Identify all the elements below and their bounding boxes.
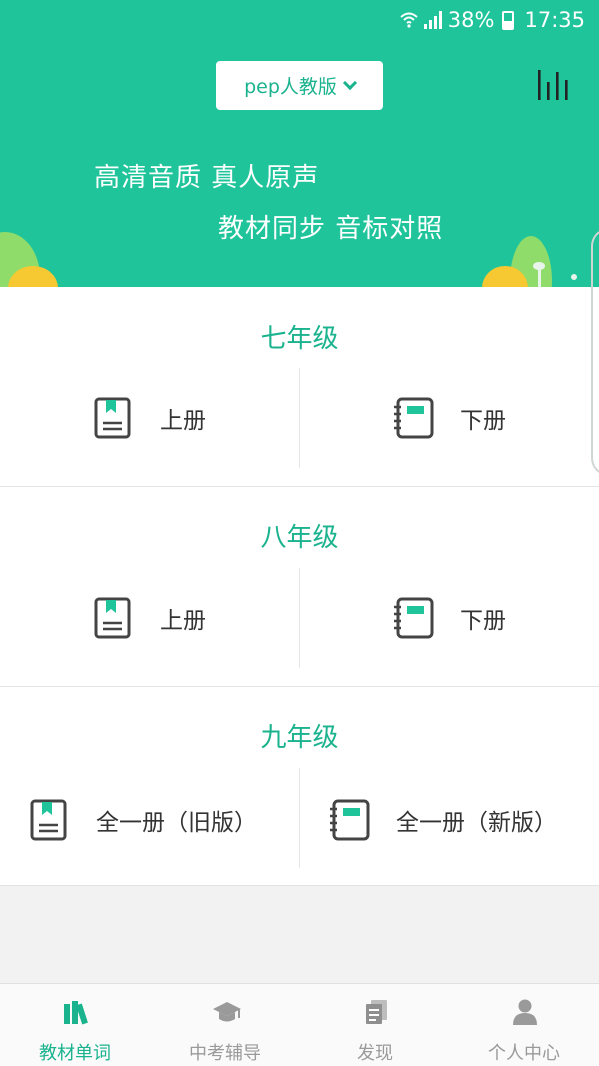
wifi-icon	[400, 12, 418, 28]
audio-bars-icon[interactable]	[536, 68, 570, 102]
book-label: 全一册（旧版）	[96, 810, 257, 836]
nav-tab-exam-tutoring[interactable]: 中考辅导	[150, 984, 300, 1066]
column-divider	[299, 768, 300, 868]
document-icon	[366, 1000, 387, 1024]
edition-label: pep人教版	[244, 76, 337, 98]
battery-percent: 38%	[447, 8, 495, 32]
grade-title: 九年级	[260, 723, 339, 753]
book-label: 全一册（新版）	[396, 810, 557, 836]
nav-label: 教材单词	[39, 1043, 111, 1064]
lamp-top-decoration	[533, 262, 545, 270]
battery-icon	[502, 10, 515, 30]
grade-section-8: 八年级 上册 下册	[0, 487, 599, 686]
book-label: 下册	[460, 608, 506, 634]
books-icon	[64, 1001, 88, 1025]
column-divider	[299, 568, 300, 668]
notebook-icon	[330, 799, 370, 841]
nav-tab-profile[interactable]: 个人中心	[449, 984, 599, 1066]
nav-label: 中考辅导	[189, 1043, 261, 1064]
chevron-down-icon	[342, 75, 357, 91]
nav-label: 个人中心	[488, 1043, 560, 1064]
bottom-nav: 教材单词 中考辅导 发现 个人中心	[0, 983, 599, 1066]
grade-section-7: 七年级 上册 下册	[0, 287, 599, 486]
signal-icon	[423, 11, 442, 29]
grade-section-9: 九年级 全一册（旧版） 全一册（新版）	[0, 687, 599, 885]
edge-handle[interactable]	[591, 228, 599, 476]
section-divider	[0, 885, 599, 886]
book-label: 上册	[160, 408, 206, 434]
header-banner: 38% 17:35 pep人教版 高清音质 真人原声 教材同步 音标对照	[0, 0, 599, 287]
nav-label: 发现	[357, 1043, 393, 1064]
notebook-icon	[394, 597, 434, 639]
graduation-cap-icon	[213, 1002, 241, 1022]
dot-decoration	[571, 274, 577, 280]
book-bookmark-icon	[30, 799, 67, 841]
person-icon	[513, 999, 537, 1025]
grade-title: 八年级	[260, 523, 339, 553]
book-upper-7[interactable]: 上册	[94, 397, 206, 439]
nav-tab-discover[interactable]: 发现	[300, 984, 450, 1066]
notebook-icon	[394, 397, 434, 439]
book-complete-new[interactable]: 全一册（新版）	[328, 799, 557, 841]
nav-tab-textbook-words[interactable]: 教材单词	[0, 984, 150, 1066]
column-divider	[299, 368, 300, 468]
book-upper-8[interactable]: 上册	[94, 597, 206, 639]
book-bookmark-icon	[94, 397, 131, 439]
book-label: 上册	[160, 608, 206, 634]
book-complete-old[interactable]: 全一册（旧版）	[30, 799, 257, 841]
book-lower-8[interactable]: 下册	[392, 597, 506, 639]
status-bar: 38% 17:35	[0, 0, 599, 40]
grade-title: 七年级	[260, 324, 339, 354]
book-label: 下册	[460, 408, 506, 434]
slogan-line-2: 教材同步 音标对照	[218, 214, 444, 244]
clock: 17:35	[524, 8, 585, 32]
book-lower-7[interactable]: 下册	[392, 397, 506, 439]
edition-selector[interactable]: pep人教版	[216, 61, 383, 110]
slogan-line-1: 高清音质 真人原声	[94, 163, 320, 193]
book-bookmark-icon	[94, 597, 131, 639]
